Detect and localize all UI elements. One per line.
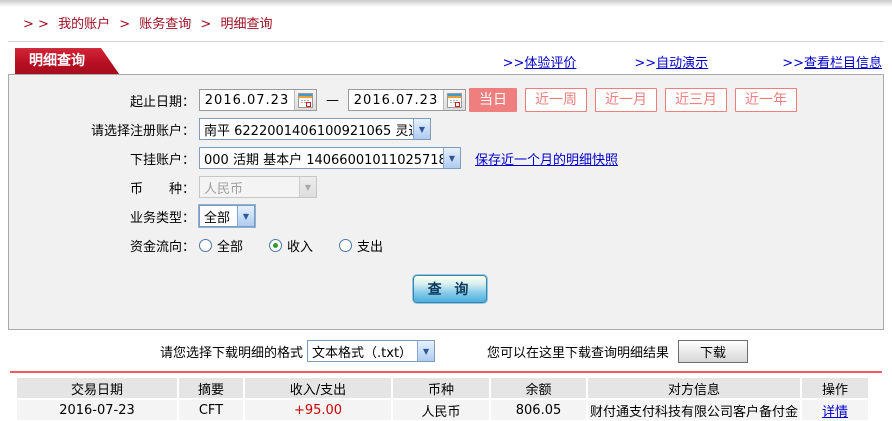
breadcrumb: > > 我的账户 > 账务查询 > 明细查询 [0,7,892,38]
breadcrumb-arrows: > > [23,17,49,32]
link-column-info[interactable]: >>查看栏目信息 [782,52,882,71]
cell-amount: +95.00 [245,400,391,420]
breadcrumb-item-detail-query[interactable]: 明细查询 [220,17,272,32]
download-format-value: 文本格式（.txt） [308,342,417,361]
fund-flow-label: 资金流向： [9,236,199,255]
breadcrumb-item-my-account[interactable]: 我的账户 [58,17,110,32]
flow-radio-income[interactable]: 收入 [269,236,313,255]
sub-account-value: 000 活期 基本户 1406600101102571848 [200,149,443,168]
col-header-currency: 币种 [393,378,489,398]
register-account-value: 南平 6222001406100921065 灵通卡 [200,120,413,139]
col-header-summary: 摘要 [179,378,243,398]
col-header-counterparty: 对方信息 [588,378,800,398]
cell-currency: 人民币 [393,400,489,420]
end-date-calendar-icon[interactable] [443,90,465,110]
col-header-action: 操作 [802,378,868,398]
tab-detail-query[interactable]: 明细查询 [15,48,119,74]
period-button-last-3-months[interactable]: 近三月 [665,88,727,112]
breadcrumb-separator: > [200,17,211,32]
flow-radio-all[interactable]: 全部 [199,236,243,255]
query-button[interactable]: 查 询 [413,275,487,303]
col-header-date: 交易日期 [17,378,177,398]
end-date-field[interactable]: 2016.07.23 [348,89,466,111]
currency-select: 人民币 ▼ [199,176,317,198]
chevron-down-icon[interactable]: ▼ [413,119,430,139]
query-button-row: 查 询 [9,275,883,303]
download-hint: 您可以在这里下载查询明细结果 [487,342,669,361]
start-date-calendar-icon[interactable] [294,90,316,110]
register-account-select[interactable]: 南平 6222001406100921065 灵通卡 ▼ [199,118,431,140]
currency-row: 币 种： 人民币 ▼ [9,175,883,199]
sub-account-row: 下挂账户： 000 活期 基本户 1406600101102571848 ▼ 保… [9,146,883,170]
fund-flow-row: 资金流向： 全部 收入 支出 [9,233,883,257]
chevron-down-icon[interactable]: ▼ [417,341,434,361]
link-auto-demo[interactable]: >>自动演示 [634,52,708,71]
currency-value: 人民币 [200,178,299,197]
download-row: 请您选择下载明细的格式 文本格式（.txt） ▼ 您可以在这里下载查询明细结果 … [160,338,884,364]
download-button[interactable]: 下载 [678,340,748,363]
breadcrumb-separator: > [119,17,130,32]
col-header-balance: 余额 [491,378,586,398]
business-type-select[interactable]: 全部 ▼ [199,205,255,227]
business-type-value: 全部 [200,207,237,226]
save-monthly-snapshot-link[interactable]: 保存近一个月的明细快照 [475,149,618,168]
header-links: >>体验评价 >>自动演示 >>查看栏目信息 [503,52,882,71]
transaction-table: 交易日期 摘要 收入/支出 币种 余额 对方信息 操作 2016-07-23 C… [15,376,870,421]
date-range-dash: — [326,93,339,108]
detail-link[interactable]: 详情 [822,405,848,420]
chevrons-icon: >> [782,56,804,71]
date-range-row: 起止日期： 2016.07.23 — 2016.07.23 当日 近一周 近一月… [9,88,883,112]
radio-icon[interactable] [339,239,352,252]
register-account-row: 请选择注册账户： 南平 6222001406100921065 灵通卡 ▼ [9,117,883,141]
cell-date: 2016-07-23 [17,400,177,420]
period-button-last-month[interactable]: 近一月 [595,88,657,112]
period-button-last-week[interactable]: 近一周 [525,88,587,112]
table-row: 2016-07-23 CFT +95.00 人民币 806.05 财付通支付科技… [17,400,868,420]
currency-label: 币 种： [9,178,199,197]
link-feedback[interactable]: >>体验评价 [503,52,577,71]
period-button-today[interactable]: 当日 [469,88,517,112]
radio-icon[interactable] [199,239,212,252]
register-account-label: 请选择注册账户： [9,120,199,139]
period-button-last-year[interactable]: 近一年 [735,88,797,112]
download-format-select[interactable]: 文本格式（.txt） ▼ [307,340,435,362]
radio-checked-icon[interactable] [269,239,282,252]
cell-balance: 806.05 [491,400,586,420]
download-format-label: 请您选择下载明细的格式 [160,342,303,361]
business-type-row: 业务类型： 全部 ▼ [9,204,883,228]
flow-radio-all-label: 全部 [217,236,243,255]
query-form-panel: 起止日期： 2016.07.23 — 2016.07.23 当日 近一周 近一月… [8,74,884,330]
cell-counterparty: 财付通支付科技有限公司客户备付金 [588,400,800,420]
end-date-value[interactable]: 2016.07.23 [349,93,443,108]
flow-radio-income-label: 收入 [287,236,313,255]
start-date-value[interactable]: 2016.07.23 [200,93,294,108]
page-top-fade [0,0,892,7]
business-type-label: 业务类型： [9,207,199,226]
start-date-field[interactable]: 2016.07.23 [199,89,317,111]
chevrons-icon: >> [634,56,656,71]
chevron-down-icon: ▼ [299,177,316,197]
flow-radio-expense-label: 支出 [357,236,383,255]
cell-summary: CFT [179,400,243,420]
sub-account-select[interactable]: 000 活期 基本户 1406600101102571848 ▼ [199,147,461,169]
sub-account-label: 下挂账户： [9,149,199,168]
chevron-down-icon[interactable]: ▼ [237,206,254,226]
breadcrumb-item-account-query[interactable]: 账务查询 [139,17,191,32]
table-header-row: 交易日期 摘要 收入/支出 币种 余额 对方信息 操作 [17,378,868,398]
chevron-down-icon[interactable]: ▼ [443,148,460,168]
flow-radio-expense[interactable]: 支出 [339,236,383,255]
date-range-label: 起止日期： [9,91,199,110]
col-header-amount: 收入/支出 [245,378,391,398]
red-divider [10,371,882,373]
chevrons-icon: >> [503,56,525,71]
tab-bar: 明细查询 >>体验评价 >>自动演示 >>查看栏目信息 [8,47,884,74]
horizontal-divider [8,41,884,42]
